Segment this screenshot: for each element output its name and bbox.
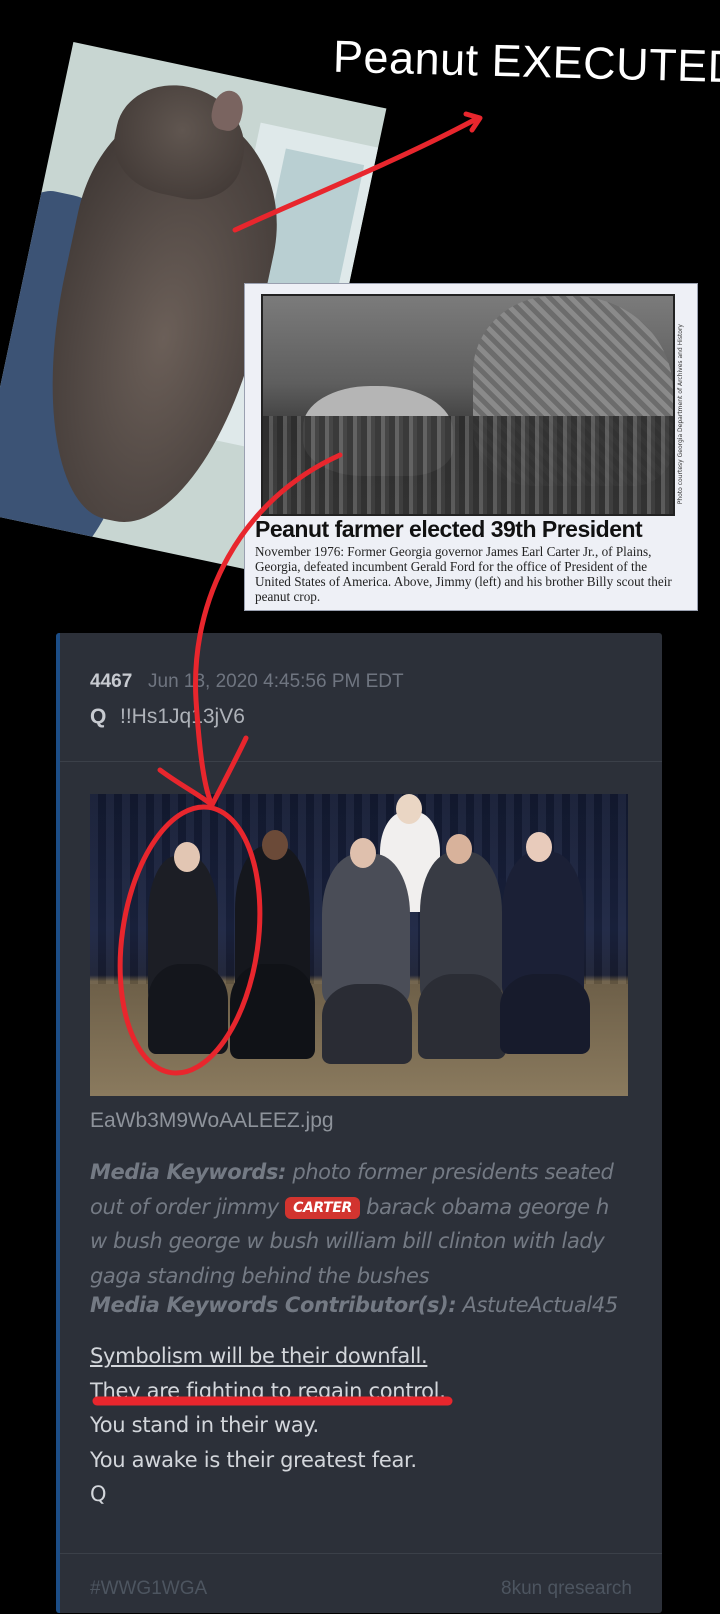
post-line-3: You stand in their way. [90, 1413, 319, 1437]
image-filename[interactable]: EaWb3M9WoAALEEZ.jpg [90, 1109, 334, 1133]
contributor-label: Media Keywords Contributor(s): [90, 1293, 457, 1317]
post-line-4: You awake is their greatest fear. [90, 1447, 417, 1472]
caption-text: Peanut EXECUTED [332, 30, 720, 93]
post-footer: #WWG1WGA 8kun qresearch [60, 1553, 662, 1614]
post-header: 4467 Jun 13, 2020 4:45:56 PM EDT Q !!Hs1… [60, 633, 662, 762]
keywords-label: Media Keywords: [90, 1160, 287, 1184]
keywords-contributor: Media Keywords Contributor(s): AstuteAct… [90, 1293, 618, 1317]
post-tripcode: !!Hs1Jq13jV6 [120, 705, 245, 728]
post-author: Q [90, 705, 107, 728]
post-line-1: Symbolism will be their downfall. [90, 1344, 428, 1368]
post-date: Jun 13, 2020 4:45:56 PM EDT [148, 671, 404, 692]
post-body: Symbolism will be their downfall. They a… [90, 1339, 630, 1512]
board-name[interactable]: 8kun qresearch [501, 1578, 632, 1600]
post-number[interactable]: 4467 [90, 671, 132, 693]
post-signature: Q [90, 1482, 107, 1506]
post-card: 4467 Jun 13, 2020 4:45:56 PM EDT Q !!Hs1… [56, 633, 662, 1613]
contributor-name: AstuteActual45 [462, 1293, 619, 1317]
clipping-photo [261, 294, 675, 516]
clipping-photo-credit: Photo courtesy Georgia Department of Arc… [677, 324, 684, 505]
post-image[interactable] [90, 794, 628, 1096]
clipping-headline: Peanut farmer elected 39th President [255, 516, 643, 542]
post-line-2: They are fighting to regain control. [90, 1378, 446, 1403]
carter-tag: CARTER [285, 1196, 360, 1219]
annotation-arrowhead-caption [463, 111, 483, 133]
media-keywords: Media Keywords: photo former presidents … [90, 1155, 630, 1293]
hashtag[interactable]: #WWG1WGA [90, 1578, 207, 1600]
newspaper-clipping: Photo courtesy Georgia Department of Arc… [244, 283, 698, 611]
clipping-body: November 1976: Former Georgia governor J… [255, 544, 672, 604]
